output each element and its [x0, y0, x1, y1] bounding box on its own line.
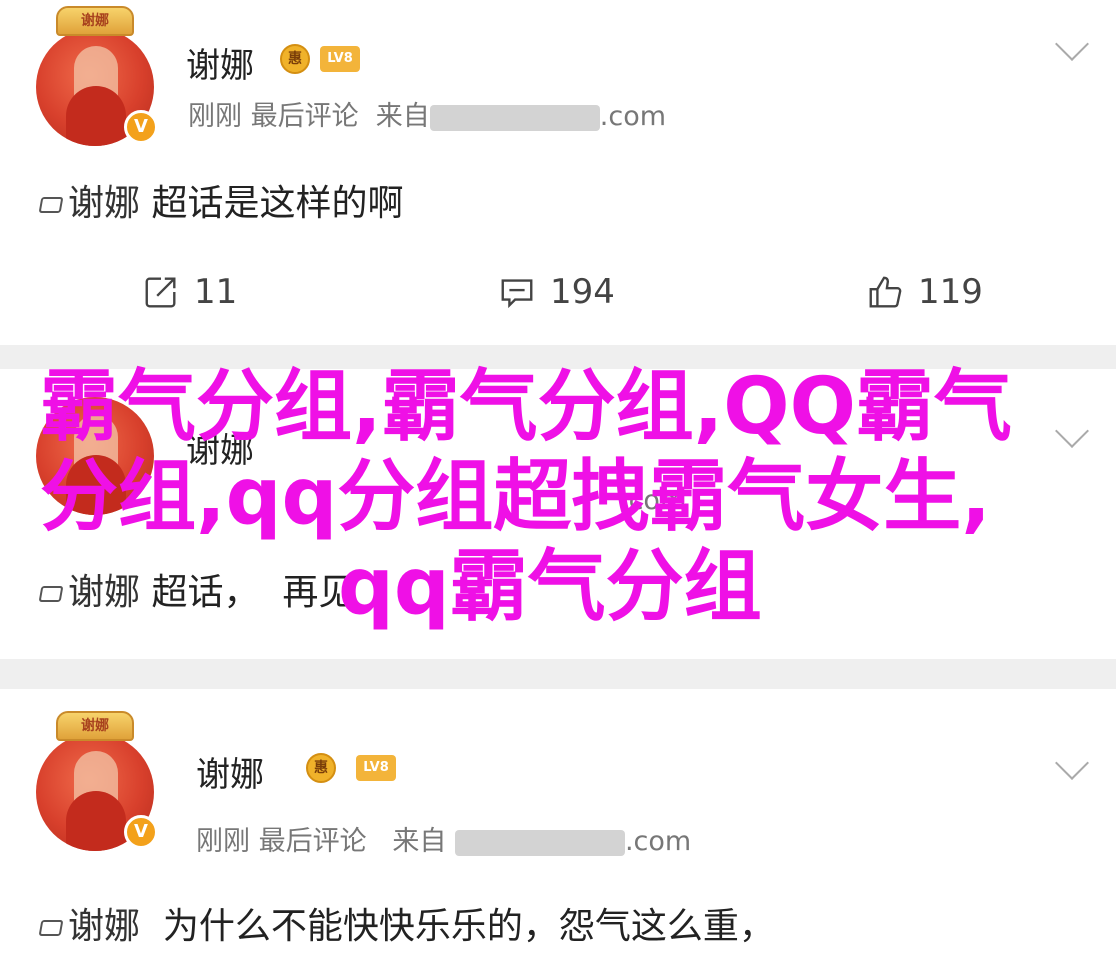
post-content: 谢娜 超话是这样的啊 — [38, 174, 403, 226]
supertopic-tag[interactable]: 谢娜 — [68, 906, 140, 947]
blurred-source — [454, 829, 625, 856]
avatar[interactable]: 谢娜 V — [36, 6, 186, 156]
crown-icon: 谢娜 — [56, 6, 134, 36]
weibo-post-3: 谢娜 V 谢娜 惠 LV8 刚刚 最后评论 来自 .com 谢娜 为什么不能快快… — [0, 689, 1116, 966]
post-content: 谢娜 为什么不能快快乐乐的，怨气这么重， — [38, 897, 775, 949]
weibo-post-1: 谢娜 V 谢娜 惠 LV8 刚刚 最后评论 来自 .com 谢娜 超话是这样的啊 … — [0, 0, 1116, 345]
action-bar: 11 194 119 — [0, 272, 1116, 316]
supertopic-icon — [38, 920, 64, 936]
crown-icon: 谢娜 — [56, 711, 134, 741]
thumbs-up-icon — [869, 276, 902, 308]
avatar[interactable]: 谢娜 V — [36, 711, 186, 861]
level-badge-icon[interactable]: LV8 — [320, 46, 360, 72]
verified-icon: V — [124, 110, 158, 144]
supertopic-icon — [38, 197, 64, 213]
repost-button[interactable]: 11 — [142, 272, 237, 312]
comment-button[interactable]: 194 — [498, 272, 615, 312]
weibo-post-2: 谢娜 .com 谢娜 超话， 再见 — [0, 369, 1116, 659]
like-button[interactable]: 119 — [866, 272, 983, 312]
separator — [0, 345, 1116, 369]
fan-badge-icon[interactable]: 惠 — [280, 44, 310, 74]
comment-icon — [501, 279, 533, 309]
fan-badge-icon[interactable]: 惠 — [306, 753, 336, 783]
level-badge-icon[interactable]: LV8 — [356, 755, 396, 781]
post-meta: 刚刚 最后评论 来自 .com — [196, 826, 692, 857]
user-name[interactable]: 谢娜 — [196, 747, 264, 796]
blurred-source — [429, 104, 600, 131]
supertopic-tag[interactable]: 谢娜 — [68, 572, 140, 613]
supertopic-tag[interactable]: 谢娜 — [68, 183, 140, 224]
chevron-down-icon[interactable] — [1055, 27, 1089, 61]
post-content: 谢娜 超话， 再见 — [38, 563, 354, 615]
supertopic-icon — [38, 586, 64, 602]
repost-icon — [145, 277, 176, 308]
post-meta: .com — [620, 485, 687, 516]
separator — [0, 659, 1116, 689]
user-name[interactable]: 谢娜 — [186, 423, 254, 472]
post-meta: 刚刚 最后评论 来自 .com — [188, 101, 667, 132]
chevron-down-icon[interactable] — [1055, 414, 1089, 448]
user-name[interactable]: 谢娜 — [186, 38, 254, 87]
avatar[interactable] — [36, 375, 186, 525]
verified-icon: V — [124, 815, 158, 849]
chevron-down-icon[interactable] — [1055, 746, 1089, 780]
avatar-image — [36, 397, 154, 515]
